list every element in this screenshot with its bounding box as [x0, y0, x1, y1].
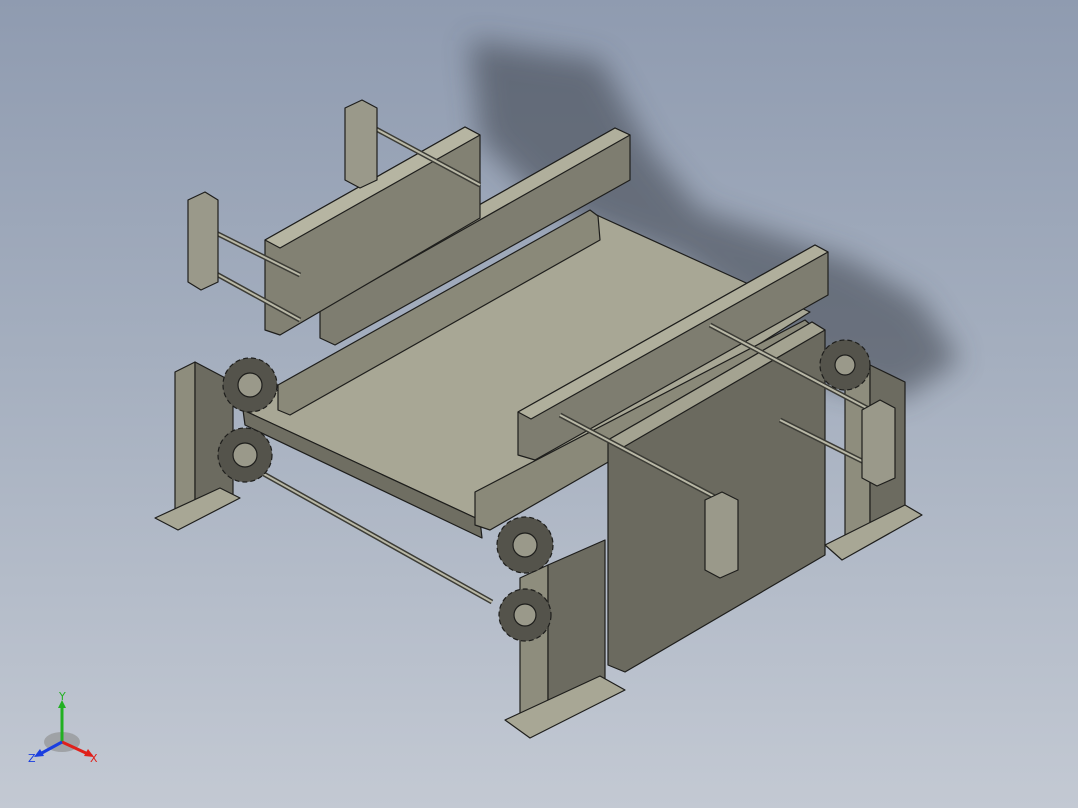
- sprocket-left-lower[interactable]: [217, 427, 273, 483]
- sprocket-left-upper[interactable]: [222, 357, 278, 413]
- sprocket-right[interactable]: [819, 339, 871, 391]
- axis-label-y: Y: [58, 692, 66, 703]
- sprocket-front-upper[interactable]: [496, 516, 554, 574]
- bearing-block-front[interactable]: [704, 491, 739, 579]
- bearing-block-rear-left[interactable]: [187, 191, 219, 291]
- axis-label-z: Z: [28, 752, 36, 765]
- bearing-block-rear-top[interactable]: [344, 99, 378, 189]
- left-angle-bracket[interactable]: [174, 361, 196, 521]
- cad-viewport[interactable]: Y X Z: [0, 0, 1078, 808]
- coordinate-triad-icon: Y X Z: [28, 692, 98, 765]
- sprocket-front-lower[interactable]: [498, 588, 552, 642]
- conveyor-assembly-model[interactable]: [0, 0, 1078, 808]
- axis-label-x: X: [90, 752, 98, 765]
- bearing-block-right[interactable]: [861, 399, 896, 487]
